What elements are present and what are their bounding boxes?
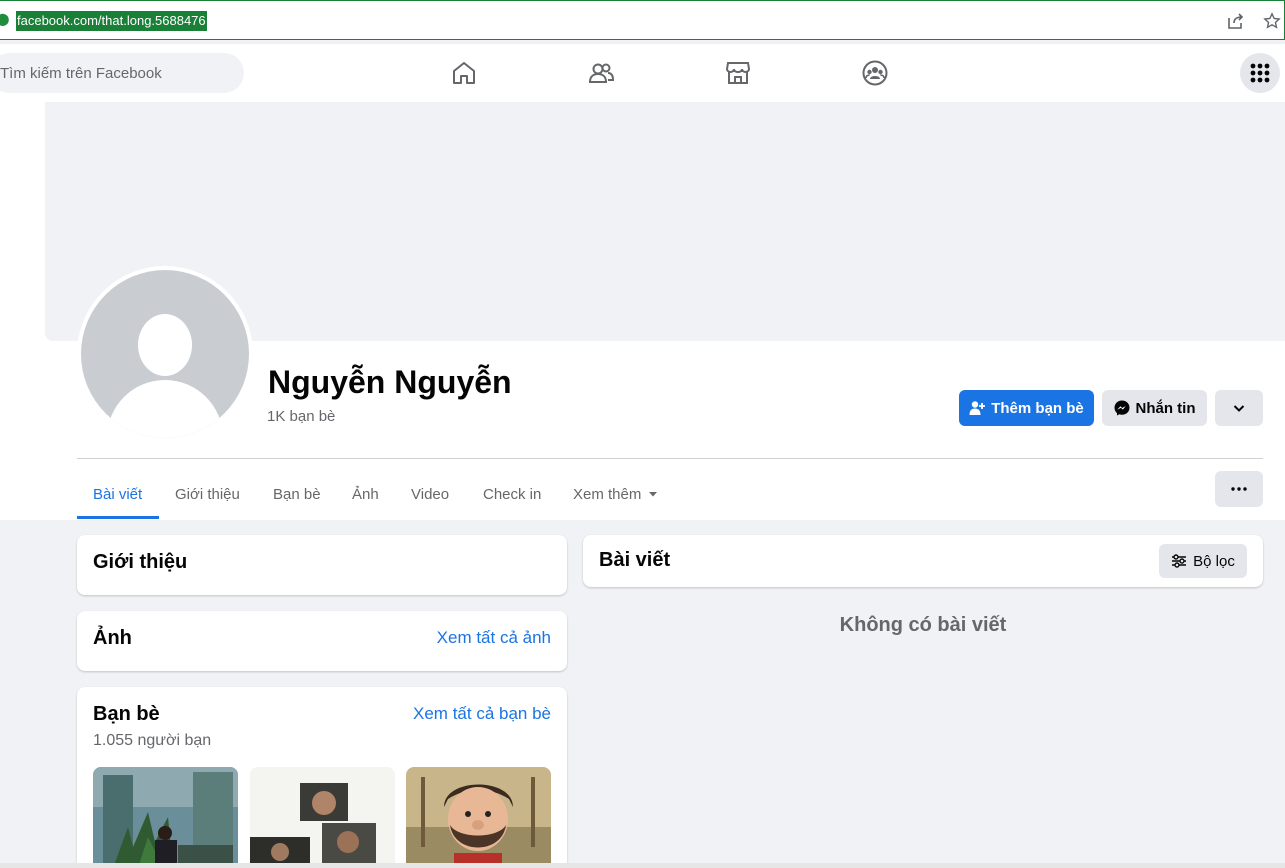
search-box[interactable] (0, 53, 244, 93)
tab-photos[interactable]: Ảnh (336, 470, 395, 518)
filter-label: Bộ lọc (1193, 552, 1235, 570)
photos-card-title: Ảnh (93, 627, 132, 649)
header-divider (77, 458, 1263, 459)
tab-posts[interactable]: Bài viết (77, 470, 158, 518)
tab-checkin[interactable]: Check in (467, 470, 557, 518)
filter-button[interactable]: Bộ lọc (1159, 544, 1247, 578)
bookmark-star-icon[interactable] (1261, 10, 1283, 32)
friend-thumbnail[interactable] (250, 767, 395, 868)
friend-thumbnail[interactable] (93, 767, 238, 868)
grid-icon (1250, 63, 1270, 83)
add-friend-icon (969, 400, 986, 416)
profile-avatar[interactable] (77, 266, 253, 442)
intro-card-title: Giới thiệu (93, 551, 188, 573)
horizontal-scrollbar[interactable] (0, 863, 1285, 868)
profile-name: Nguyễn Nguyễn (268, 364, 512, 400)
friends-card-count: 1.055 người bạn (93, 732, 212, 749)
facebook-top-nav (0, 44, 1285, 102)
add-friend-button[interactable]: Thêm bạn bè (959, 390, 1094, 426)
tab-more[interactable]: Xem thêm (557, 470, 674, 518)
profile-options-button[interactable] (1215, 471, 1263, 507)
share-icon[interactable] (1225, 10, 1247, 32)
apps-menu-button[interactable] (1240, 53, 1280, 93)
filter-icon (1172, 554, 1187, 568)
active-tab-indicator (77, 516, 159, 519)
tab-video[interactable]: Video (395, 470, 465, 518)
messenger-icon (1114, 400, 1130, 416)
lock-icon: ⬤ (0, 12, 10, 26)
profile-friends-count[interactable]: 1K bạn bè (267, 408, 335, 425)
browser-address-bar[interactable]: ⬤ facebook.com/that.long.5688476 (0, 0, 1285, 40)
marketplace-icon[interactable] (722, 57, 754, 89)
tab-friends[interactable]: Bạn bè (257, 470, 337, 518)
intro-card: Giới thiệu (77, 535, 567, 595)
no-posts-message: Không có bài viết (839, 614, 1007, 636)
caret-down-icon (649, 492, 658, 497)
chevron-down-icon (1233, 405, 1245, 412)
default-avatar-icon (81, 270, 249, 438)
see-all-photos-link[interactable]: Xem tất cả ảnh (437, 628, 551, 648)
tab-about[interactable]: Giới thiệu (159, 470, 256, 518)
ellipsis-icon (1231, 487, 1247, 491)
message-label: Nhắn tin (1135, 399, 1196, 417)
tab-more-label: Xem thêm (573, 485, 642, 503)
add-friend-label: Thêm bạn bè (991, 399, 1084, 417)
friend-thumbnail[interactable] (406, 767, 551, 868)
see-all-friends-link[interactable]: Xem tất cả bạn bè (413, 704, 551, 724)
home-icon[interactable] (448, 57, 480, 89)
friends-icon[interactable] (585, 57, 617, 89)
friends-card-title: Bạn bè (93, 703, 160, 725)
url-text[interactable]: facebook.com/that.long.5688476 (16, 11, 207, 31)
more-actions-button[interactable] (1215, 390, 1263, 426)
photos-card: Ảnh Xem tất cả ảnh (77, 611, 567, 671)
posts-card-title: Bài viết (599, 549, 671, 571)
message-button[interactable]: Nhắn tin (1102, 390, 1207, 426)
groups-icon[interactable] (859, 57, 891, 89)
search-input[interactable] (0, 53, 240, 93)
